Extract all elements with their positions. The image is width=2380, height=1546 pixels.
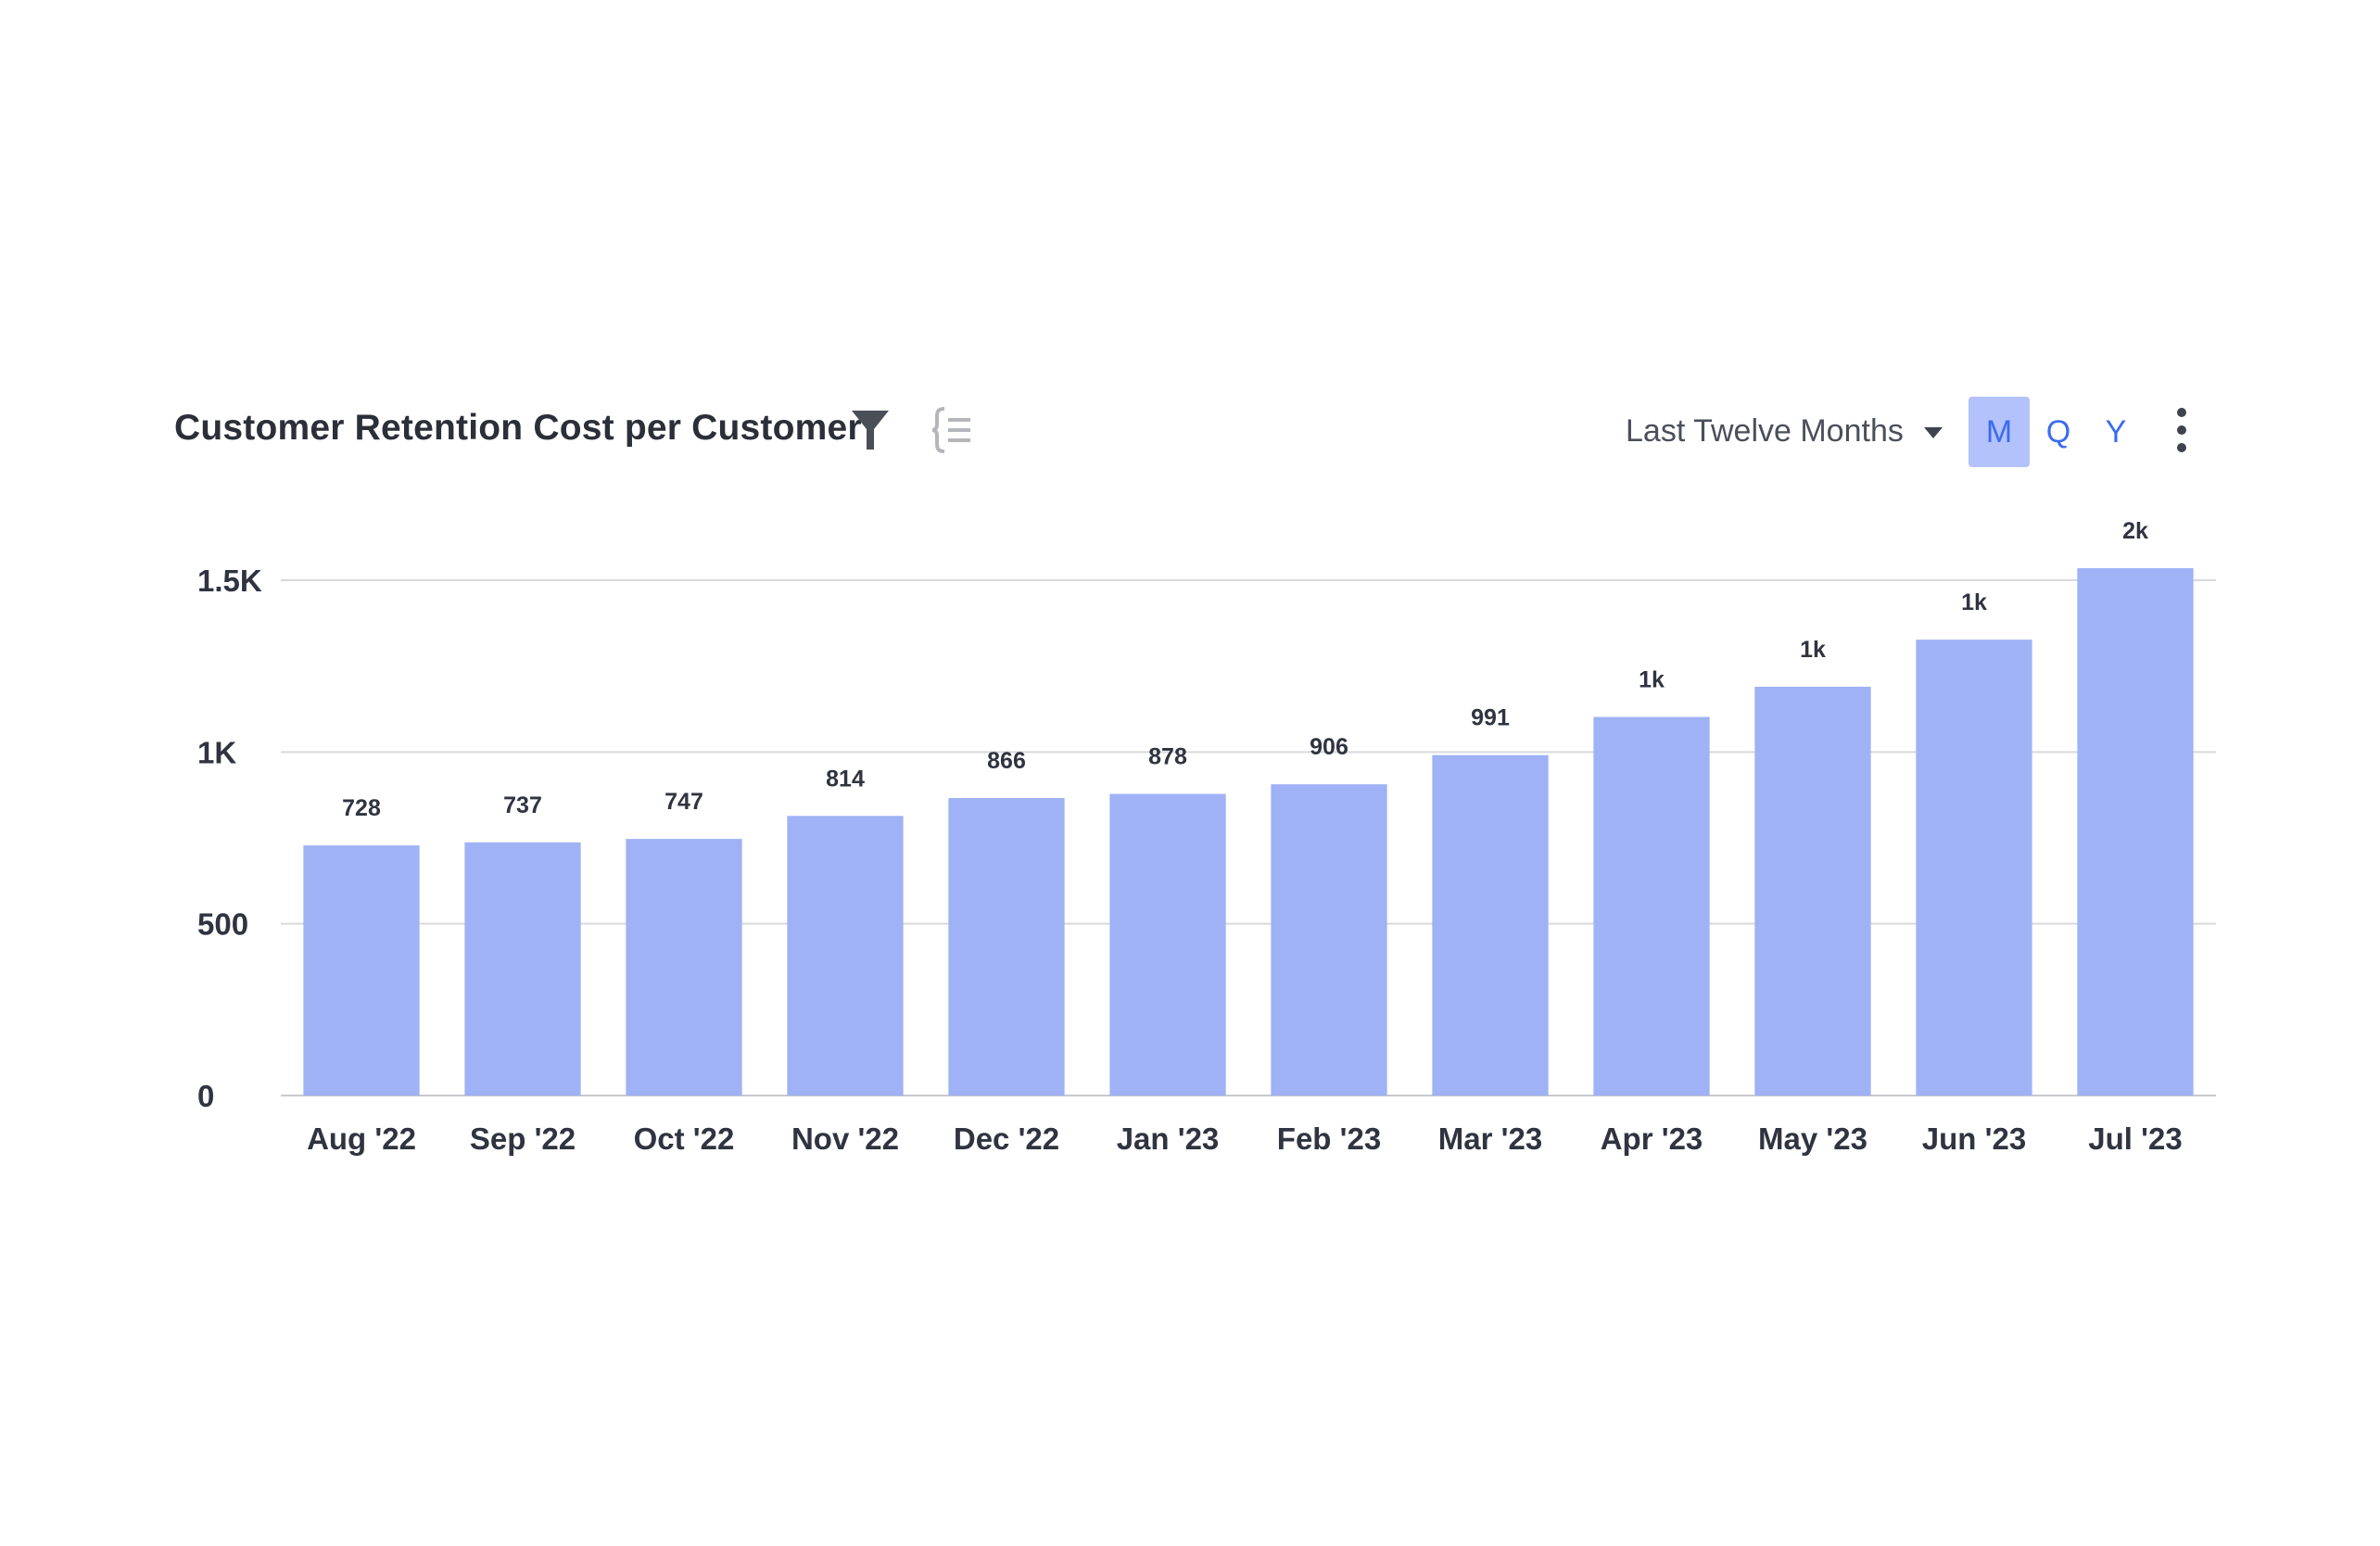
x-tick-label: Jun '23 (1922, 1121, 2026, 1156)
bar-chart: 0 500 1K 1.5K 728 Aug '22 737 Sep '22 747 Oct '22… (197, 518, 2216, 1156)
bar[interactable] (1916, 640, 2032, 1096)
x-tick-label: Jul '23 (2088, 1121, 2182, 1156)
x-tick-label: Dec '22 (954, 1121, 1059, 1156)
x-tick-label: Feb '23 (1277, 1121, 1381, 1156)
x-tick-label: Aug '22 (307, 1121, 416, 1156)
x-tick-label: Nov '22 (791, 1121, 899, 1156)
y-tick-label: 1K (197, 735, 236, 769)
data-label: 1k (1800, 637, 1826, 663)
data-label: 906 (1310, 734, 1348, 760)
data-label: 2k (2122, 518, 2148, 544)
x-tick-label: Jan '23 (1117, 1121, 1220, 1156)
data-label: 728 (342, 795, 381, 821)
data-label: 991 (1471, 705, 1510, 731)
bar[interactable] (1109, 793, 1226, 1096)
bar[interactable] (464, 842, 581, 1096)
y-tick-label: 1.5K (197, 564, 262, 598)
data-label: 747 (665, 789, 703, 815)
bar[interactable] (626, 839, 742, 1096)
x-tick-label: Sep '22 (470, 1121, 576, 1156)
data-label: 1k (1639, 667, 1665, 693)
bar[interactable] (1271, 784, 1387, 1096)
y-tick-label: 0 (197, 1079, 214, 1113)
bar[interactable] (1432, 754, 1549, 1096)
x-tick-label: Apr '23 (1601, 1121, 1703, 1156)
bar[interactable] (787, 816, 904, 1096)
data-label: 737 (503, 792, 542, 818)
x-tick-label: May '23 (1758, 1121, 1867, 1156)
data-label: 866 (987, 748, 1026, 774)
y-tick-label: 500 (197, 907, 248, 942)
bar[interactable] (303, 845, 420, 1096)
x-tick-label: Oct '22 (634, 1121, 735, 1156)
bar[interactable] (948, 798, 1065, 1096)
data-label: 814 (826, 766, 865, 792)
bar[interactable] (1754, 686, 1871, 1096)
x-tick-label: Mar '23 (1438, 1121, 1542, 1156)
data-label: 878 (1148, 744, 1187, 770)
data-label: 1k (1961, 589, 1987, 615)
bar[interactable] (1593, 716, 1710, 1096)
bar[interactable] (2077, 568, 2194, 1096)
